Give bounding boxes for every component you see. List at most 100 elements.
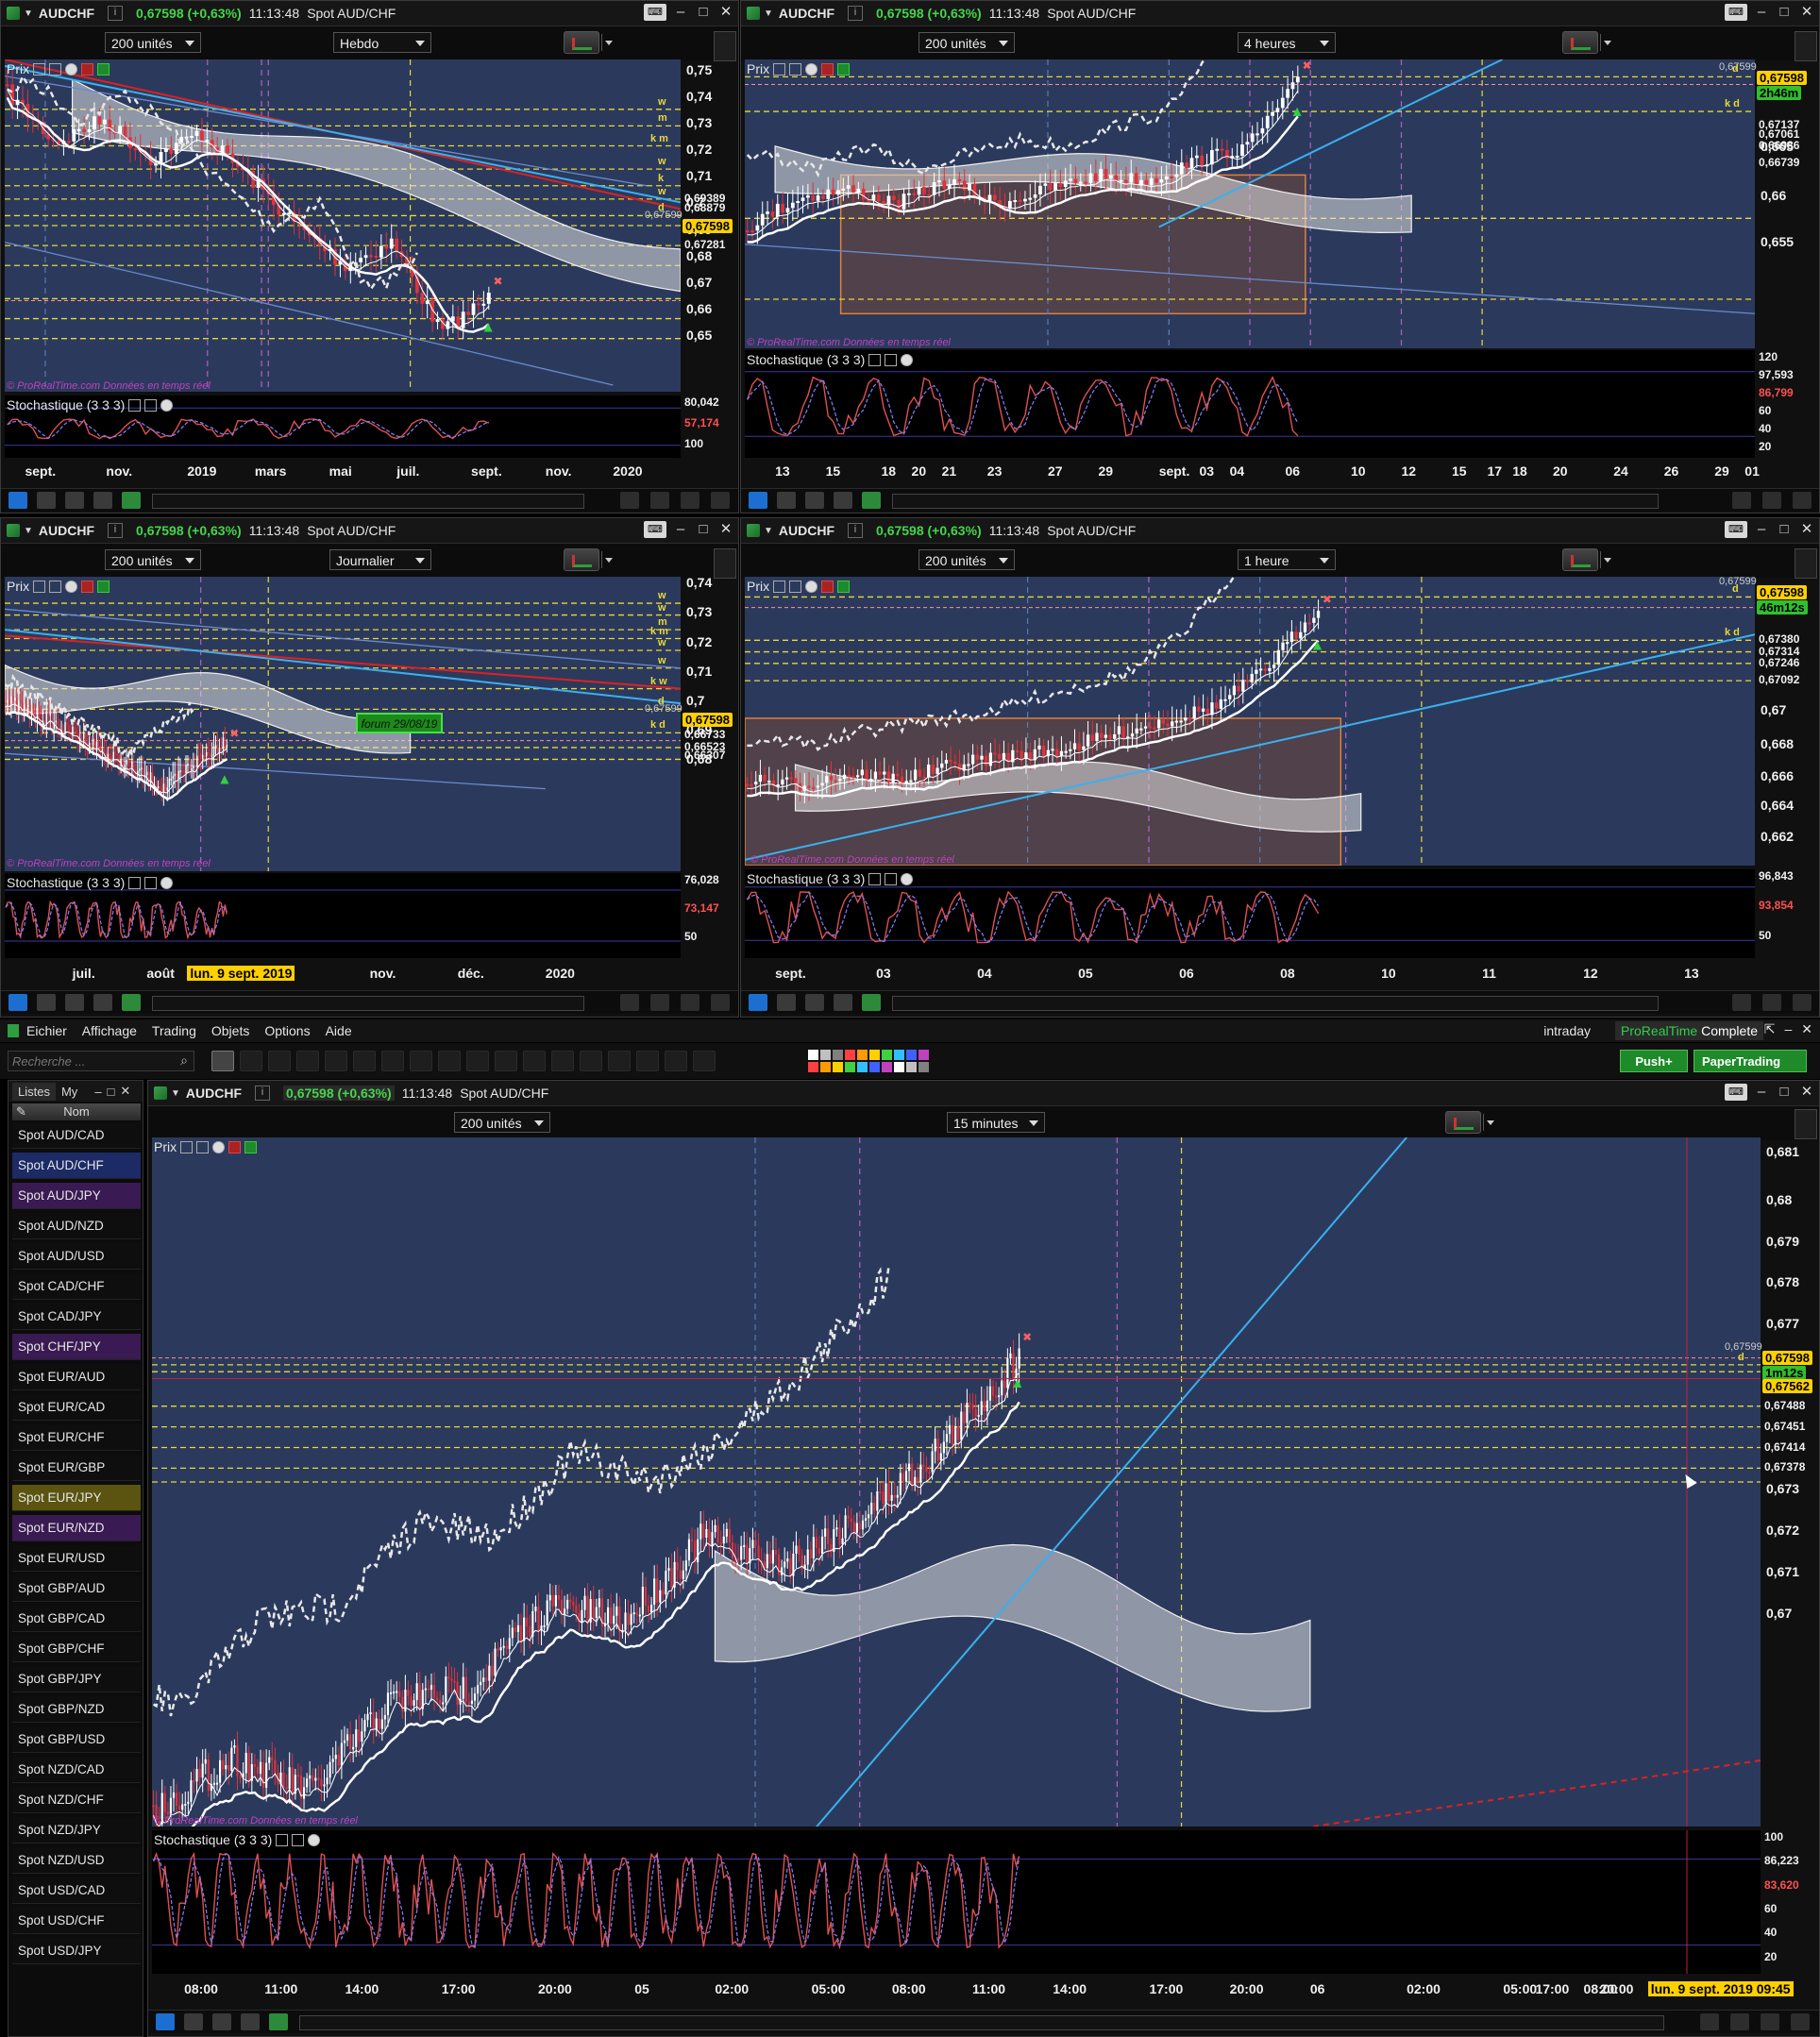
panel-window-icon[interactable]: [196, 1140, 210, 1153]
side-tool-button[interactable]: [1795, 31, 1817, 61]
minimize-icon[interactable]: –: [1784, 1021, 1792, 1037]
color-swatch[interactable]: [820, 1050, 831, 1060]
menu-affichage[interactable]: Affichage: [82, 1023, 137, 1038]
horizontal-scrollbar[interactable]: [152, 996, 584, 1011]
window-titlebar[interactable]: ▼ AUDCHF i 0,67598 (+0,63%) 11:13:48 Spo…: [148, 1081, 1819, 1106]
tab-listes[interactable]: Listes: [12, 1082, 56, 1101]
green-indicator-icon[interactable]: [837, 62, 851, 76]
layout-icon[interactable]: [777, 994, 796, 1011]
panel-window-icon[interactable]: [49, 580, 62, 593]
maximize-icon[interactable]: □: [108, 1085, 115, 1099]
list-item[interactable]: Spot AUD/CAD: [12, 1122, 141, 1149]
close-panel-icon[interactable]: [805, 580, 818, 593]
close-icon[interactable]: ✕: [120, 1084, 130, 1099]
window-titlebar[interactable]: ▼ AUDCHF i 0,67598 (+0,63%) 11:13:48 Spo…: [741, 518, 1819, 544]
price-chart-daily[interactable]: ✖▲: [5, 577, 681, 871]
units-select[interactable]: 200 unités: [454, 1112, 550, 1133]
close-icon[interactable]: ✕: [717, 521, 734, 538]
indicators-icon[interactable]: [122, 994, 141, 1011]
color-swatch[interactable]: [845, 1062, 855, 1072]
zoom-out-icon[interactable]: [681, 994, 699, 1011]
list-item[interactable]: Spot GBP/CHF: [12, 1636, 141, 1662]
list-item[interactable]: Spot USD/CHF: [12, 1908, 141, 1934]
share-icon[interactable]: [8, 994, 27, 1011]
side-tool-button[interactable]: [714, 31, 736, 61]
close-icon[interactable]: ✕: [1798, 4, 1815, 21]
list-item[interactable]: Spot EUR/JPY: [12, 1485, 141, 1511]
list-item[interactable]: Spot GBP/JPY: [12, 1666, 141, 1692]
close-panel-icon[interactable]: [308, 1833, 321, 1846]
list-item[interactable]: Spot NZD/USD: [12, 1847, 141, 1874]
vertical-line-icon[interactable]: [353, 1051, 376, 1071]
papertrading-button[interactable]: PaperTrading: [1694, 1050, 1807, 1072]
triangle-icon[interactable]: [693, 1051, 716, 1071]
zoom-out-icon[interactable]: [1793, 492, 1812, 509]
zoom-chart-icon[interactable]: [1700, 2013, 1719, 2030]
stochastic-chart[interactable]: [152, 1830, 1761, 1974]
color-swatch[interactable]: [882, 1050, 892, 1060]
list-item[interactable]: Spot GBP/AUD: [12, 1575, 141, 1602]
units-select[interactable]: 200 unités: [105, 32, 201, 53]
search-icon[interactable]: ⌕: [180, 1052, 188, 1069]
list-item[interactable]: Spot EUR/CAD: [12, 1394, 141, 1421]
chart-window-icon[interactable]: [7, 7, 20, 20]
list-item[interactable]: Spot GBP/NZD: [12, 1696, 141, 1723]
list-item[interactable]: Spot CHF/JPY: [12, 1334, 141, 1360]
color-swatch[interactable]: [894, 1062, 904, 1072]
wrench-icon[interactable]: [276, 1833, 289, 1846]
units-select[interactable]: 200 unités: [105, 549, 201, 570]
color-swatch[interactable]: [857, 1050, 868, 1060]
menu-fichier[interactable]: Eichier: [26, 1023, 67, 1038]
info-icon[interactable]: i: [848, 523, 864, 538]
maximize-icon[interactable]: □: [695, 521, 712, 538]
price-chart-weekly[interactable]: ✖▲: [5, 59, 681, 392]
chart-window-icon[interactable]: [747, 7, 760, 20]
close-icon[interactable]: ✕: [1801, 1021, 1812, 1037]
fibonacci-icon[interactable]: [438, 1051, 461, 1071]
tools-icon[interactable]: [65, 492, 84, 509]
wrench-icon[interactable]: [128, 398, 142, 412]
horizontal-line-icon[interactable]: [381, 1051, 404, 1071]
pencil-icon[interactable]: [240, 1051, 262, 1071]
list-item[interactable]: Spot EUR/AUD: [12, 1364, 141, 1390]
close-panel-icon[interactable]: [160, 876, 174, 889]
indicator-button[interactable]: [1562, 31, 1598, 54]
units-select[interactable]: 200 unités: [918, 549, 1015, 570]
layout-icon[interactable]: [184, 2013, 203, 2030]
screenshot-icon[interactable]: [93, 492, 112, 509]
units-select[interactable]: 200 unités: [918, 32, 1015, 53]
indicator-button[interactable]: [1445, 1111, 1481, 1134]
list-item[interactable]: Spot NZD/CAD: [12, 1757, 141, 1783]
layout-icon[interactable]: [777, 492, 796, 509]
keyboard-icon[interactable]: ⌨: [1725, 521, 1747, 538]
list-item[interactable]: Spot EUR/USD: [12, 1545, 141, 1572]
close-icon[interactable]: ✕: [1798, 1084, 1815, 1101]
zoom-out-icon[interactable]: [681, 492, 699, 509]
close-panel-icon[interactable]: [901, 872, 914, 885]
dropdown-arrow-icon[interactable]: ▼: [764, 526, 773, 536]
settings-icon[interactable]: [466, 1051, 489, 1071]
red-indicator-icon[interactable]: [821, 62, 834, 76]
close-panel-icon[interactable]: [212, 1140, 226, 1153]
indicators-icon[interactable]: [122, 492, 141, 509]
close-icon[interactable]: ✕: [1798, 521, 1815, 538]
menu-options[interactable]: Options: [264, 1023, 310, 1038]
side-tool-button[interactable]: [1795, 548, 1817, 579]
info-icon[interactable]: i: [108, 6, 124, 21]
text-icon[interactable]: [523, 1051, 546, 1071]
arrow-down-icon[interactable]: [608, 1051, 631, 1071]
color-swatch[interactable]: [882, 1062, 892, 1072]
indicators-icon[interactable]: [862, 994, 881, 1011]
zoom-chart-icon[interactable]: [1732, 994, 1751, 1011]
red-indicator-icon[interactable]: [821, 580, 834, 593]
list-item[interactable]: Spot NZD/JPY: [12, 1817, 141, 1843]
list-item[interactable]: Spot USD/CAD: [12, 1877, 141, 1904]
zoom-out-icon[interactable]: [1761, 2013, 1779, 2030]
keyboard-icon[interactable]: ⌨: [1725, 4, 1747, 21]
color-swatch[interactable]: [808, 1062, 818, 1072]
close-panel-icon[interactable]: [65, 580, 78, 593]
list-item[interactable]: Spot USD/JPY: [12, 1938, 141, 1964]
red-indicator-icon[interactable]: [228, 1140, 242, 1153]
maximize-icon[interactable]: □: [1776, 521, 1793, 538]
search-input[interactable]: [8, 1052, 165, 1070]
